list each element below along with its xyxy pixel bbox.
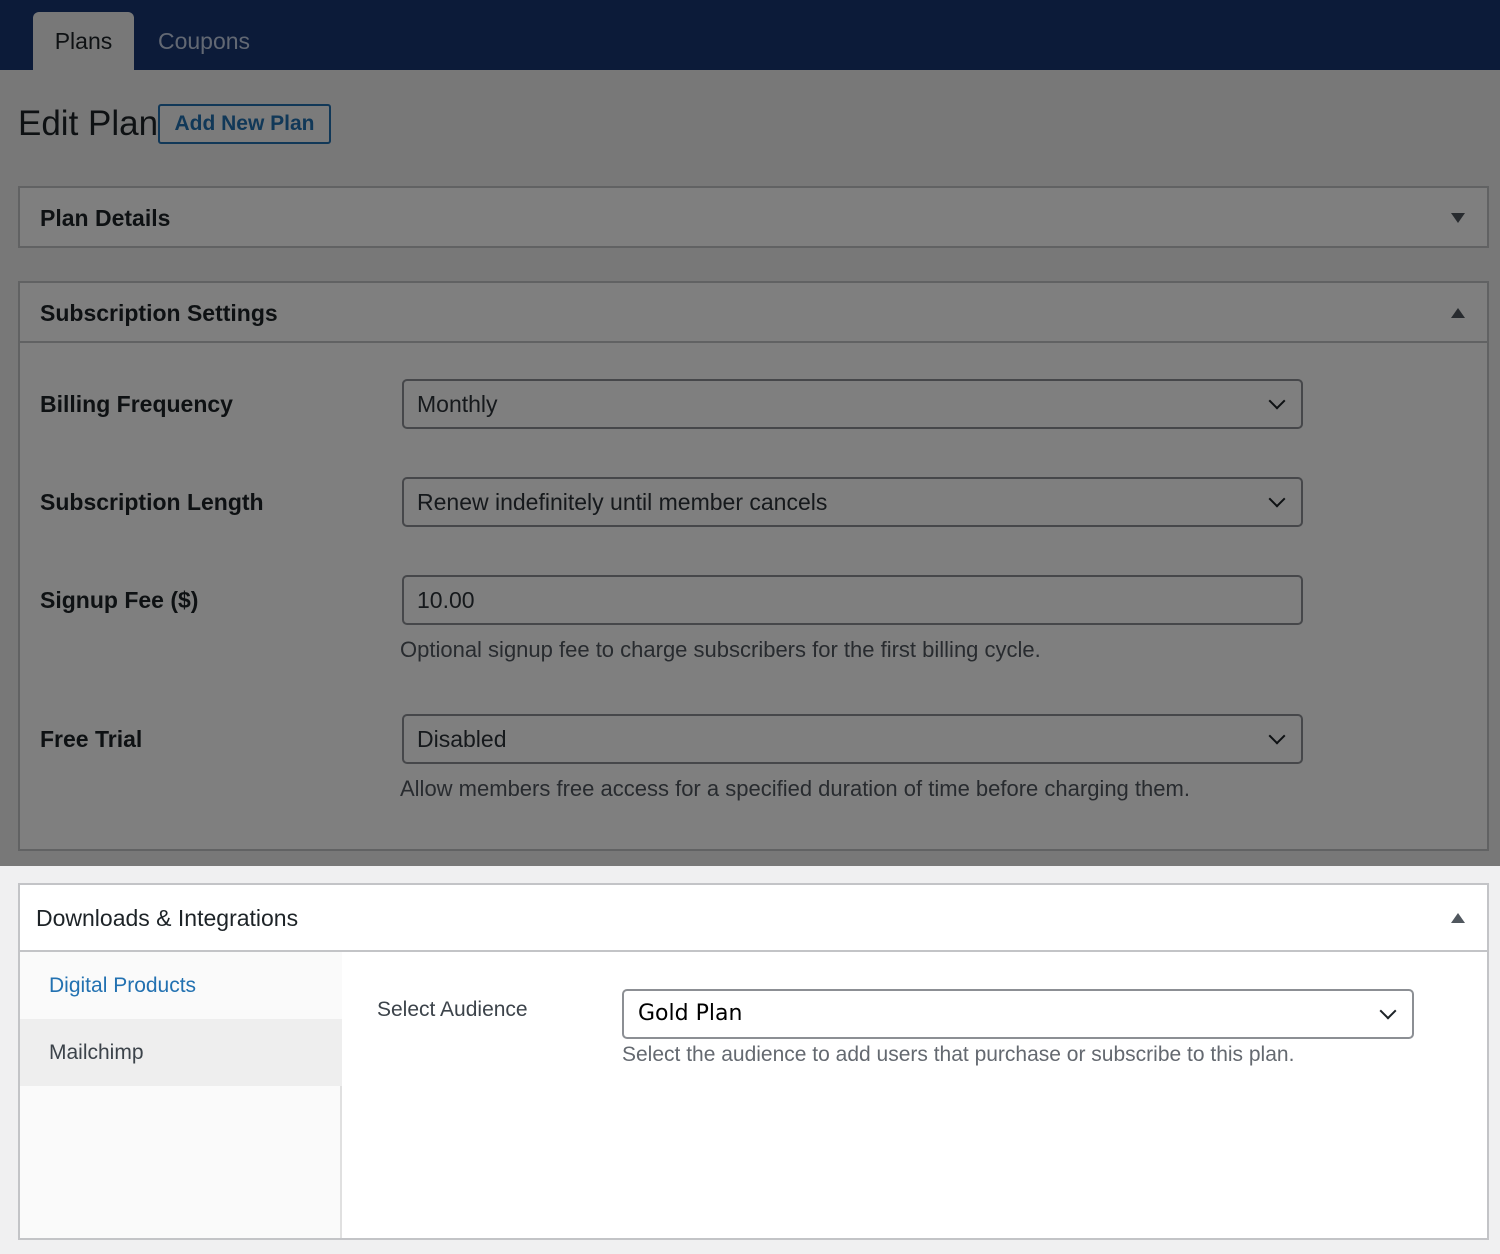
free-trial-select[interactable]: Disabled bbox=[402, 714, 1303, 764]
arrow-up-icon[interactable] bbox=[1451, 308, 1465, 318]
subscription-length-label: Subscription Length bbox=[40, 489, 264, 515]
select-audience-value: Gold Plan bbox=[638, 1001, 743, 1026]
free-trial-help: Allow members free access for a specifie… bbox=[400, 776, 1190, 801]
top-tab-bar: Plans Coupons bbox=[0, 0, 1500, 70]
integrations-sidebar: Digital Products Mailchimp bbox=[20, 952, 342, 1238]
add-new-plan-button[interactable]: Add New Plan bbox=[158, 104, 331, 144]
arrow-up-icon[interactable] bbox=[1451, 913, 1465, 923]
plan-details-box: Plan Details bbox=[18, 186, 1489, 248]
billing-frequency-select[interactable]: Monthly bbox=[402, 379, 1303, 429]
subscription-length-value: Renew indefinitely until member cancels bbox=[417, 489, 828, 515]
subscription-length-select[interactable]: Renew indefinitely until member cancels bbox=[402, 477, 1303, 527]
arrow-down-icon[interactable] bbox=[1451, 213, 1465, 223]
billing-frequency-value: Monthly bbox=[417, 391, 498, 417]
page-title: Edit Plan bbox=[18, 104, 159, 143]
chevron-down-icon bbox=[1268, 490, 1286, 508]
select-audience-help: Select the audience to add users that pu… bbox=[622, 1043, 1295, 1066]
chevron-down-icon bbox=[1268, 392, 1286, 410]
tab-mailchimp[interactable]: Mailchimp bbox=[20, 1019, 342, 1086]
free-trial-value: Disabled bbox=[417, 726, 507, 752]
tab-coupons[interactable]: Coupons bbox=[141, 12, 267, 70]
signup-fee-input[interactable]: 10.00 bbox=[402, 575, 1303, 625]
plan-details-header[interactable]: Plan Details bbox=[20, 188, 1487, 248]
subscription-settings-header[interactable]: Subscription Settings bbox=[20, 283, 1487, 343]
downloads-integrations-box: Downloads & Integrations Digital Product… bbox=[18, 883, 1489, 1240]
free-trial-label: Free Trial bbox=[40, 726, 143, 752]
tab-plans[interactable]: Plans bbox=[33, 12, 134, 70]
billing-frequency-label: Billing Frequency bbox=[40, 391, 233, 417]
downloads-integrations-header[interactable]: Downloads & Integrations bbox=[20, 885, 1487, 952]
select-audience-dropdown[interactable]: Gold Plan bbox=[622, 989, 1414, 1039]
tab-digital-products[interactable]: Digital Products bbox=[20, 952, 342, 1019]
subscription-settings-title: Subscription Settings bbox=[40, 300, 278, 326]
plan-details-title: Plan Details bbox=[40, 205, 171, 231]
chevron-down-icon bbox=[1268, 727, 1286, 745]
subscription-settings-box: Subscription Settings Billing Frequency … bbox=[18, 281, 1489, 851]
signup-fee-help: Optional signup fee to charge subscriber… bbox=[400, 637, 1041, 662]
signup-fee-label: Signup Fee ($) bbox=[40, 587, 199, 613]
chevron-down-icon bbox=[1379, 1002, 1397, 1020]
downloads-integrations-title: Downloads & Integrations bbox=[36, 905, 299, 931]
select-audience-label: Select Audience bbox=[377, 998, 528, 1021]
